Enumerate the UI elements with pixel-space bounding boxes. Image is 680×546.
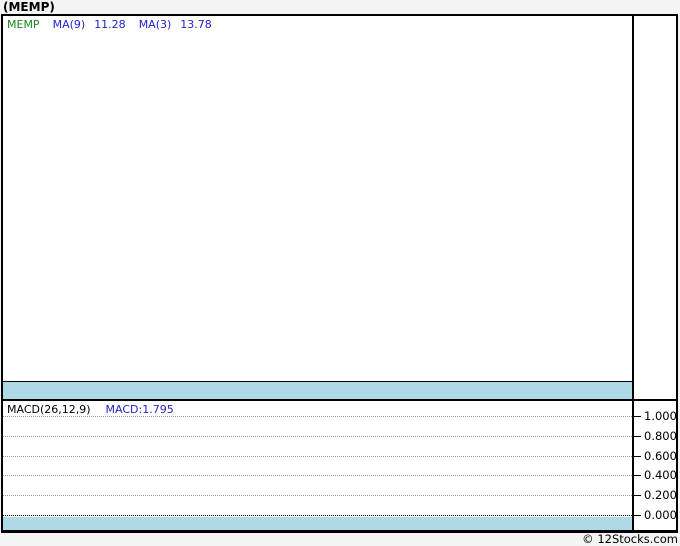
copyright-text: © 12Stocks.com xyxy=(582,532,678,546)
chart-title: (MEMP) xyxy=(3,0,55,14)
macd-axis-tick xyxy=(632,436,641,437)
macd-gridline-0.400 xyxy=(3,475,632,476)
macd-panel-bottom-band xyxy=(3,517,632,530)
panel-divider-line xyxy=(3,399,676,401)
price-panel-legend: MEMP MA(9) 11.28 MA(3) 13.78 xyxy=(7,18,225,31)
macd-value-label: MACD:1.795 xyxy=(105,403,174,416)
macd-axis-tick xyxy=(632,456,641,457)
legend-ma3-value: 13.78 xyxy=(180,18,212,31)
macd-panel-legend: MACD(26,12,9) MACD:1.795 xyxy=(7,403,174,416)
chart-container: MEMP MA(9) 11.28 MA(3) 13.78 MACD(26,12,9) MA… xyxy=(1,14,678,533)
macd-axis-label: 0.400 xyxy=(644,468,677,482)
legend-ma9-value: 11.28 xyxy=(94,18,126,31)
macd-gridline-0.600 xyxy=(3,456,632,457)
macd-axis-tick xyxy=(632,475,641,476)
macd-axis-label: 0.800 xyxy=(644,429,677,443)
legend-symbol: MEMP xyxy=(7,18,40,31)
chart-inner: MEMP MA(9) 11.28 MA(3) 13.78 MACD(26,12,9) MA… xyxy=(3,16,677,530)
macd-axis-label: 1.000 xyxy=(644,409,677,423)
macd-gridline-1.000 xyxy=(3,416,632,417)
right-axis-divider-line xyxy=(632,16,634,530)
legend-ma9-label: MA(9) xyxy=(52,18,86,31)
macd-axis-label: 0.200 xyxy=(644,488,677,502)
macd-axis-tick xyxy=(632,416,641,417)
macd-gridline-0.800 xyxy=(3,436,632,437)
price-panel-bottom-band xyxy=(3,381,632,399)
macd-axis-tick xyxy=(632,515,641,516)
macd-gridline-0.200 xyxy=(3,495,632,496)
macd-axis-label: 0.600 xyxy=(644,449,677,463)
macd-axis-label: 0.000 xyxy=(644,508,677,522)
legend-ma3-label: MA(3) xyxy=(138,18,172,31)
macd-axis-tick xyxy=(632,495,641,496)
macd-params-label: MACD(26,12,9) xyxy=(7,403,91,416)
stock-chart-page: { "page": { "title": "(MEMP)", "copyrigh… xyxy=(0,0,680,546)
macd-gridline-0.000 xyxy=(3,515,632,516)
